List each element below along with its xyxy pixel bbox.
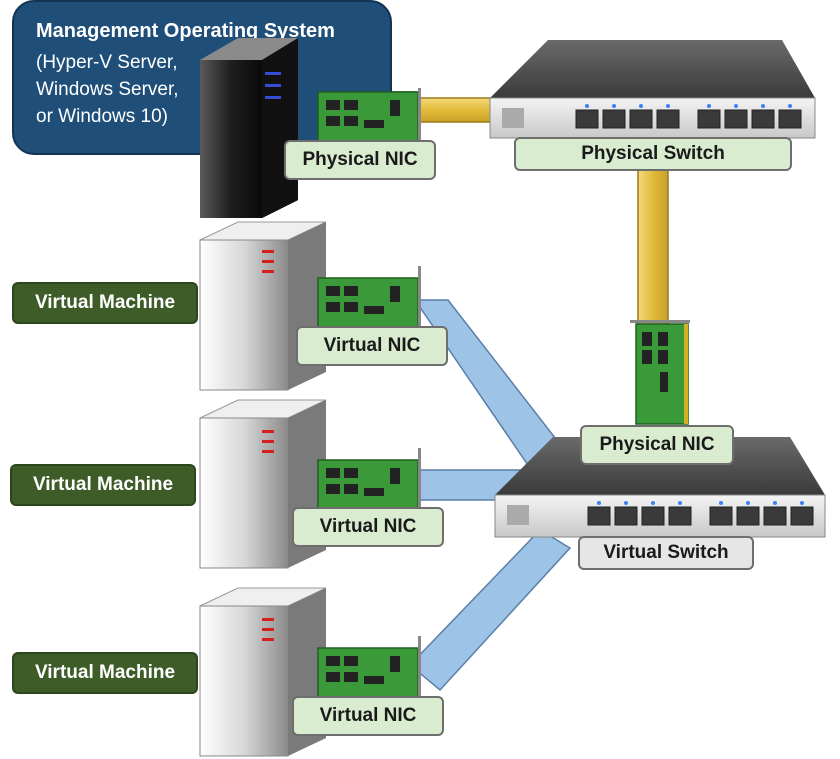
port-led-icon [734,104,738,108]
switch-port [614,506,638,526]
port-led-icon [719,501,723,505]
switch-port [629,109,653,129]
management-physical-nic-label: Physical NIC [284,140,436,180]
management-os-title: Management Operating System [36,20,335,42]
management-os-line: or Windows 10) [36,106,168,127]
switch-port [751,109,775,129]
port-led-icon [666,104,670,108]
vm-3-nic-card-icon [317,636,421,701]
switch-port [575,109,599,129]
port-led-icon [761,104,765,108]
management-os-line: Windows Server, [36,79,179,100]
physical-switch-label: Physical Switch [514,137,792,171]
vm-2-virtual-nic-label: Virtual NIC [292,507,444,547]
vm-3-virtual-nic-label: Virtual NIC [292,696,444,736]
port-led-icon [585,104,589,108]
port-led-icon [707,104,711,108]
switch-port [724,109,748,129]
switch-port [641,506,665,526]
virtual-link-vm3 [408,529,572,692]
vm-2-label: Virtual Machine [10,464,196,506]
switch-port [763,506,787,526]
physical-link-switch-to-vswitch-nic [637,169,669,331]
port-led-icon [651,501,655,505]
port-led-icon [800,501,804,505]
vm-1-virtual-nic-label: Virtual NIC [296,326,448,366]
port-led-icon [624,501,628,505]
switch-port [587,506,611,526]
port-led-icon [773,501,777,505]
port-led-icon [597,501,601,505]
management-os-line: (Hyper-V Server, [36,52,178,73]
management-os-box: Management Operating System (Hyper-V Ser… [12,0,392,155]
port-led-icon [639,104,643,108]
switch-port [656,109,680,129]
switch-port [602,109,626,129]
vm-1-label: Virtual Machine [12,282,198,324]
vswitch-physical-nic-card-icon [630,320,690,425]
switch-port [790,506,814,526]
switch-port [697,109,721,129]
switch-port [709,506,733,526]
port-led-icon [788,104,792,108]
vm-1-nic-card-icon [317,266,421,331]
switch-port [736,506,760,526]
vm-2-nic-card-icon [317,448,421,513]
vswitch-physical-nic-label: Physical NIC [580,425,734,465]
port-led-icon [678,501,682,505]
switch-port [778,109,802,129]
virtual-switch-label: Virtual Switch [578,536,754,570]
port-led-icon [612,104,616,108]
switch-port [668,506,692,526]
port-led-icon [746,501,750,505]
vm-3-label: Virtual Machine [12,652,198,694]
